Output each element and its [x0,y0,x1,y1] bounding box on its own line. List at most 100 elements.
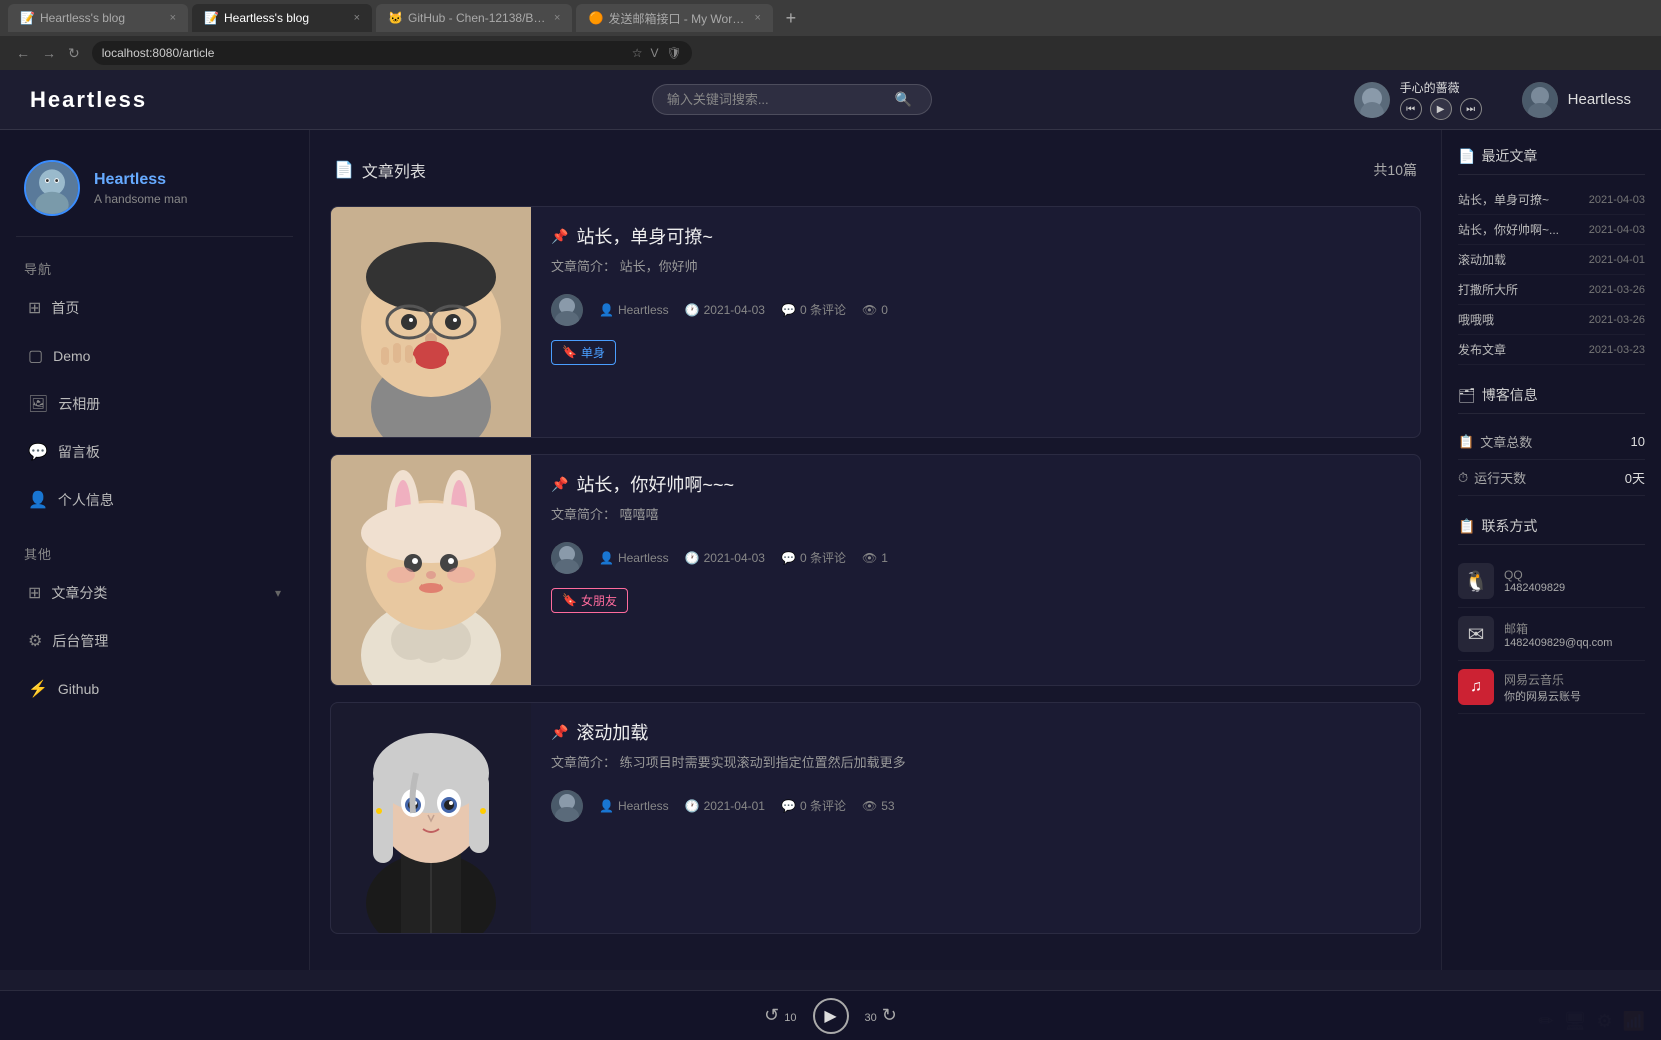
url-box[interactable]: localhost:8080/article ☆ V 🛡 [92,41,692,65]
recent-name-4: 打撒所大所 [1458,281,1518,298]
article-meta-2: 👤 Heartless 🕐 2021-04-03 💬 0 条评论 👁 [551,542,1400,574]
extension-icon-2[interactable]: 🛡 [667,46,682,60]
sidebar-item-demo[interactable]: ▢ Demo [16,336,293,376]
guestbook-icon: 💬 [28,442,48,462]
search-box: 🔍 [230,84,1354,115]
top-nav: Heartless 🔍 手心的蔷薇 ⏮ ▶ ⏭ [0,70,1661,130]
sidebar-item-admin[interactable]: ⚙ 后台管理 [16,621,293,661]
bottom-play-button[interactable]: ▶ [813,998,849,1034]
tag-icon-2: 🔖 [562,593,577,607]
chevron-down-icon: ▾ [275,586,281,600]
tab-close-4[interactable]: × [754,12,760,24]
search-icon[interactable]: 🔍 [895,91,912,108]
contact-netease[interactable]: ♫ 网易云音乐 你的网易云账号 [1458,661,1645,714]
recent-name-1: 站长，单身可撩~ [1458,191,1549,208]
refresh-button[interactable]: ↻ [68,45,80,62]
view-meta-1: 👁 0 [862,303,888,317]
tab-close-3[interactable]: × [554,12,560,24]
recent-name-3: 滚动加载 [1458,251,1506,268]
sidebar-item-profile[interactable]: 👤 个人信息 [16,480,293,520]
author-avatar-1 [551,294,583,326]
sidebar-item-github[interactable]: ⚡ Github [16,669,293,709]
profile-info: Heartless A handsome man [94,171,187,206]
rewind-button[interactable]: ↺ 10 [764,1005,796,1026]
desc-text-1: 站长，你好帅 [620,259,698,274]
music-play-button[interactable]: ▶ [1430,98,1452,120]
tag-girlfriend[interactable]: 🔖 女朋友 [551,588,628,613]
page: Heartless 🔍 手心的蔷薇 ⏮ ▶ ⏭ [0,70,1661,970]
forward-label: 30 [865,1012,877,1024]
tab-4[interactable]: 🟠 发送邮箱接口 - My Workspace × [576,4,772,32]
article-content-1: 📌 站长，单身可撩~ 文章简介： 站长，你好帅 [531,207,1420,437]
forward-button[interactable]: 30 ↻ [865,1005,897,1026]
article-card-1[interactable]: 📌 站长，单身可撩~ 文章简介： 站长，你好帅 [330,206,1421,438]
sidebar-item-categories[interactable]: ⊞ 文章分类 ▾ [16,573,293,613]
sidebar-item-guestbook[interactable]: 💬 留言板 [16,432,293,472]
pin-icon-2: 📌 [551,476,568,493]
article-meta-3: 👤 Heartless 🕐 2021-04-01 💬 0 条评论 👁 [551,790,1400,822]
date-2: 2021-04-03 [704,551,765,565]
tag-label-2: 女朋友 [581,592,617,609]
forward-button[interactable]: → [42,45,56,61]
article-title-text-3[interactable]: 滚动加载 [576,719,648,745]
article-title-text-1[interactable]: 站长，单身可撩~ [576,223,713,249]
user-icon-3: 👤 [599,799,614,813]
pin-icon-3: 📌 [551,724,568,741]
tab-2[interactable]: 📝 Heartless's blog × [192,4,372,32]
bottom-player: ↺ 10 ▶ 30 ↻ [0,990,1661,1040]
article-list-title: 📄 文章列表 [334,158,426,182]
url-text: localhost:8080/article [102,46,215,60]
categories-icon: ⊞ [28,583,41,603]
tab-3[interactable]: 🐱 GitHub - Chen-12138/Blog: × [376,4,572,32]
contact-email[interactable]: ✉ 邮箱 1482409829@qq.com [1458,608,1645,661]
tag-single[interactable]: 🔖 单身 [551,340,616,365]
search-input[interactable] [667,92,887,107]
netease-label: 网易云音乐 [1504,671,1581,688]
article-title-2: 📌 站长，你好帅啊~~~ [551,471,1400,497]
blog-info-widget: 🗂 博客信息 📋 文章总数 10 ⏱ 运行天数 0天 [1458,385,1645,496]
recent-date-4: 2021-03-26 [1589,284,1645,296]
view-meta-3: 👁 53 [862,799,895,813]
tab-close-2[interactable]: × [354,12,360,24]
contact-title-text: 联系方式 [1481,516,1537,536]
bookmark-icon[interactable]: ☆ [632,46,643,60]
recent-article-6[interactable]: 发布文章 2021-03-23 [1458,335,1645,365]
home-icon: ⊞ [28,298,41,318]
blog-info-row-2: ⏱ 运行天数 0天 [1458,460,1645,496]
recent-article-5[interactable]: 哦哦哦 2021-03-26 [1458,305,1645,335]
date-meta-1: 🕐 2021-04-03 [685,303,765,317]
clock-icon-2: 🕐 [685,551,700,565]
recent-article-3[interactable]: 滚动加载 2021-04-01 [1458,245,1645,275]
extension-icon-1[interactable]: V [650,46,658,60]
tab-1[interactable]: 📝 Heartless's blog × [8,4,188,32]
recent-article-2[interactable]: 站长，你好帅啊~... 2021-04-03 [1458,215,1645,245]
article-title-text-2[interactable]: 站长，你好帅啊~~~ [576,471,734,497]
article-total-text: 文章总数 [1480,432,1532,451]
profile-section: Heartless A handsome man [16,150,293,237]
qq-icon-wrap: 🐧 [1458,563,1494,599]
desc-label-3: 文章简介： [551,755,616,770]
contact-qq[interactable]: 🐧 QQ 1482409829 [1458,555,1645,608]
tag-icon-1: 🔖 [562,345,577,359]
new-tab-button[interactable]: + [777,4,805,32]
tab-close-1[interactable]: × [170,12,176,24]
article-card-3[interactable]: 📌 滚动加载 文章简介： 练习项目时需要实现滚动到指定位置然后加载更多 [330,702,1421,934]
eye-icon-2: 👁 [862,551,877,565]
sidebar-item-home[interactable]: ⊞ 首页 [16,288,293,328]
author-meta-3: 👤 Heartless [599,799,669,813]
music-next-button[interactable]: ⏭ [1460,98,1482,120]
article-list-header: 📄 文章列表 共10篇 [330,150,1421,190]
email-value: 1482409829@qq.com [1504,637,1612,649]
recent-name-2: 站长，你好帅啊~... [1458,221,1559,238]
pin-icon-1: 📌 [551,228,568,245]
recent-article-4[interactable]: 打撒所大所 2021-03-26 [1458,275,1645,305]
music-prev-button[interactable]: ⏮ [1400,98,1422,120]
article-card-2[interactable]: 📌 站长，你好帅啊~~~ 文章简介： 嘻嘻嘻 [330,454,1421,686]
profile-name[interactable]: Heartless [94,171,187,189]
back-button[interactable]: ← [16,45,30,61]
views-1: 0 [881,303,888,317]
sidebar-item-gallery[interactable]: 🖼 云相册 [16,384,293,424]
search-input-wrap[interactable]: 🔍 [652,84,932,115]
recent-article-1[interactable]: 站长，单身可撩~ 2021-04-03 [1458,185,1645,215]
user-icon-2: 👤 [599,551,614,565]
